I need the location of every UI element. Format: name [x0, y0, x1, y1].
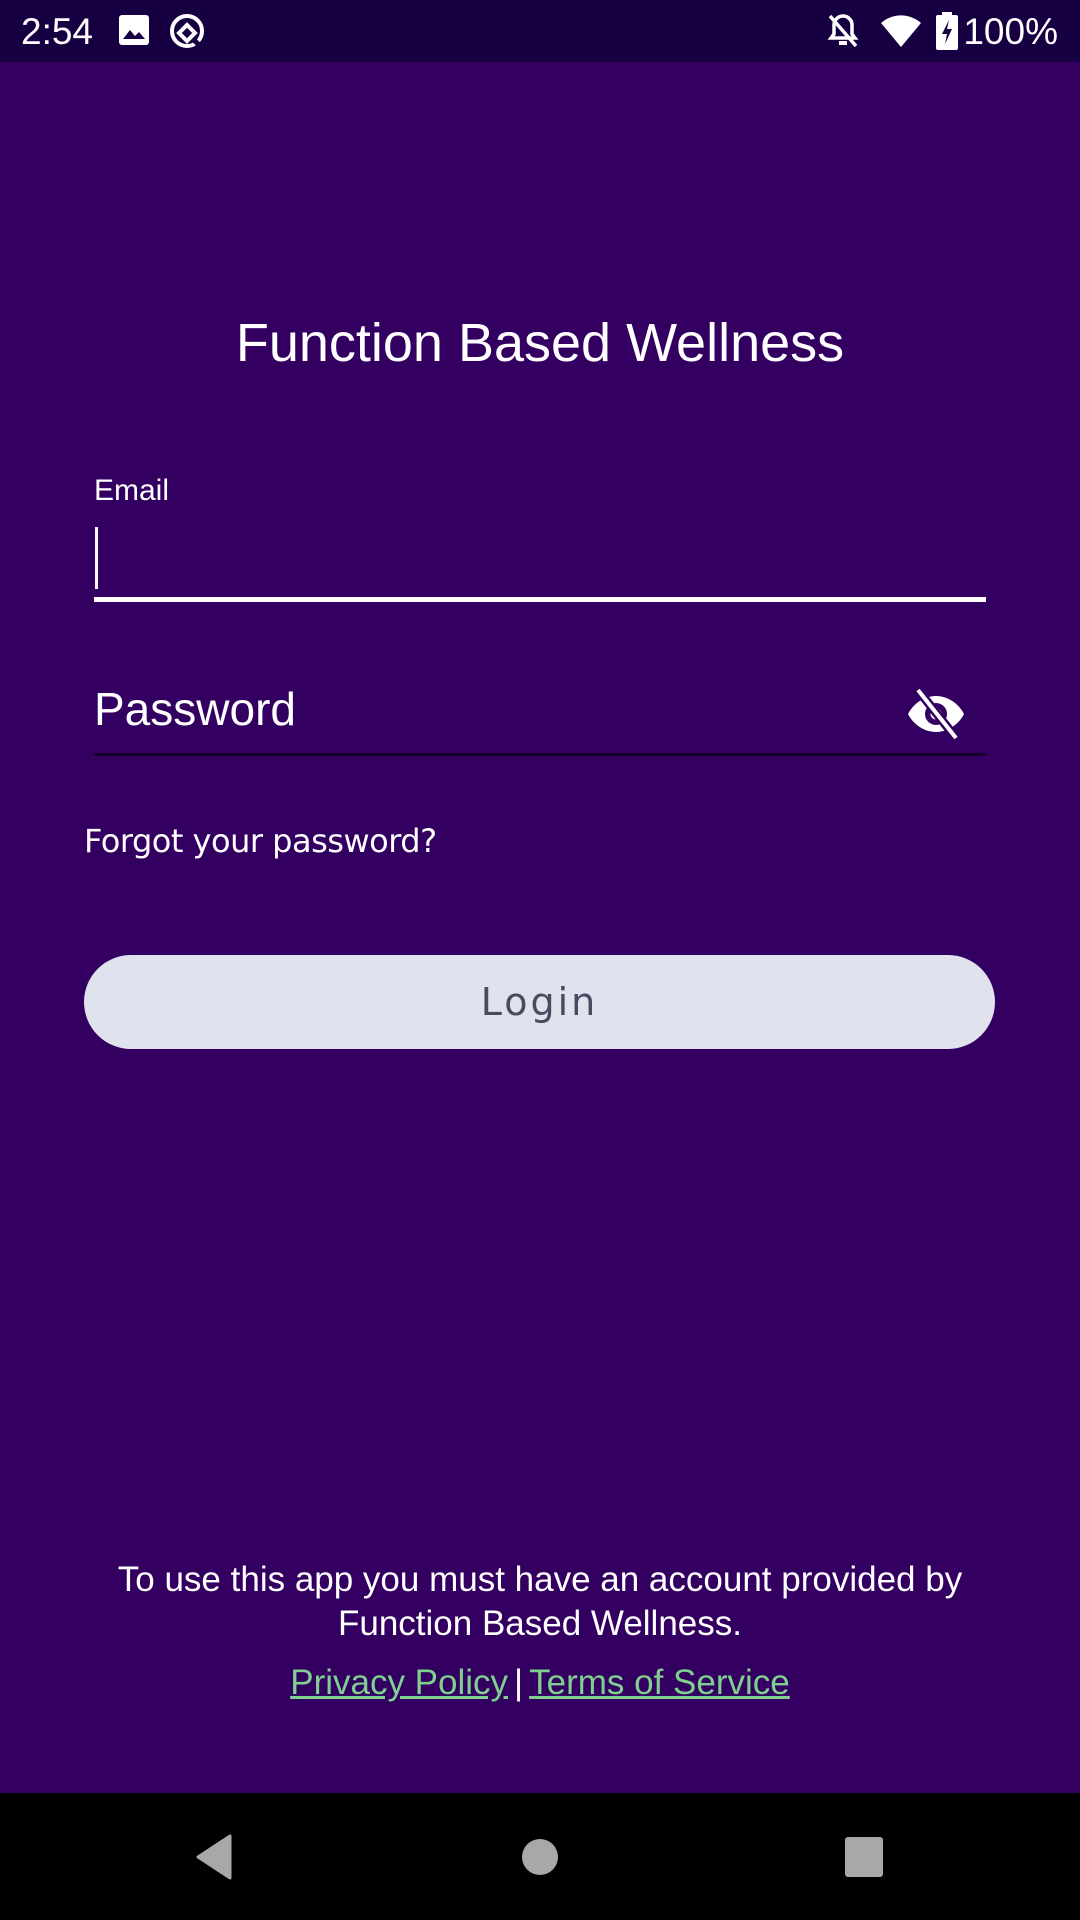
battery-percent: 100%	[963, 11, 1058, 52]
navigation-bar	[0, 1793, 1080, 1920]
app-title: Function Based Wellness	[235, 313, 845, 373]
vpn-key-ring-icon	[168, 12, 206, 55]
account-notice: To use this app you must have an account…	[117, 1560, 963, 1643]
back-icon	[196, 1834, 232, 1879]
privacy-policy-link[interactable]: Privacy Policy	[290, 1663, 508, 1702]
email-label: Email	[94, 474, 170, 507]
terms-of-service-link[interactable]: Terms of Service	[529, 1663, 790, 1702]
nav-back-button[interactable]	[144, 1793, 284, 1920]
password-field[interactable]: Password	[94, 670, 986, 756]
email-input[interactable]	[94, 520, 986, 602]
nav-home-button[interactable]	[470, 1793, 610, 1920]
recents-icon	[845, 1836, 883, 1877]
text-caret	[95, 527, 98, 589]
login-button[interactable]: Login	[84, 955, 995, 1049]
battery-charging-icon	[936, 12, 958, 55]
visibility-off-icon	[908, 688, 964, 740]
notifications-off-icon	[826, 13, 860, 54]
forgot-password-link[interactable]: Forgot your password?	[84, 822, 437, 860]
link-separator: |	[514, 1663, 524, 1702]
status-bar: 2:54 100%	[0, 0, 1080, 62]
home-icon	[522, 1838, 558, 1875]
password-visibility-toggle[interactable]	[906, 684, 966, 744]
password-placeholder: Password	[94, 683, 296, 735]
image-icon	[118, 14, 150, 51]
nav-recents-button[interactable]	[794, 1793, 934, 1920]
footer-links: Privacy Policy | Terms of Service	[0, 1663, 1080, 1703]
wifi-icon	[880, 14, 922, 53]
status-time: 2:54	[21, 11, 94, 52]
